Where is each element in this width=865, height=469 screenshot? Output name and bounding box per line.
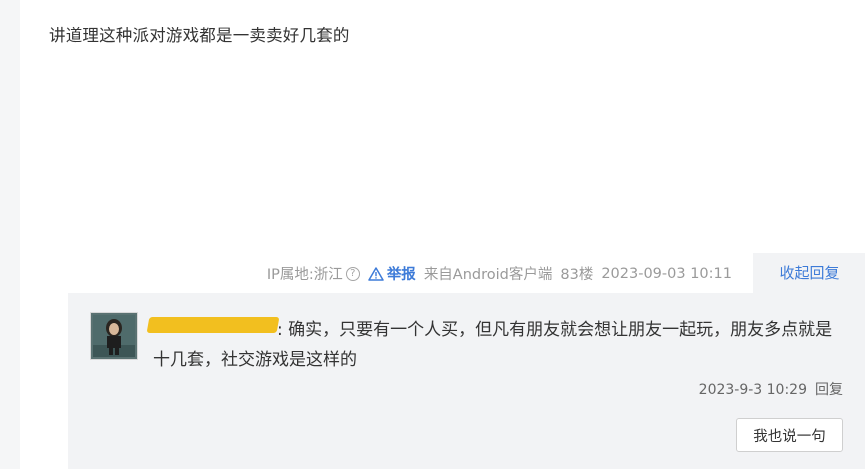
ip-location-label: IP属地:浙江 [266,267,343,283]
reply-content: : 确实，只要有一个人买，但凡有朋友就会想让朋友一起玩，朋友多点就是十几套，社交… [153,315,843,375]
reply-link[interactable]: 回复 [815,382,843,398]
reply-timestamp: 2023-9-3 10:29 [698,382,807,398]
floor-number: 83楼 [560,267,594,283]
report-label: 举报 [386,267,416,283]
client-source: 来自Android客户端 [423,267,553,283]
avatar[interactable] [90,312,138,360]
post-card: 讲道理这种派对游戏都是一卖卖好几套的 收起回复 : 确实，只要有一个人买，但凡有… [20,0,865,469]
report-link[interactable]: 举报 [368,263,416,284]
avatar-image [93,315,135,357]
ip-location: IP属地:浙江 ? [267,263,360,284]
reply-text: : 确实，只要有一个人买，但凡有朋友就会想让朋友一起玩，朋友多点就是十几套，社交… [153,320,833,370]
post-content: 讲道理这种派对游戏都是一卖卖好几套的 [49,26,350,45]
reply-meta: 2023-9-3 10:29 回复 [699,379,843,399]
question-circle-icon[interactable]: ? [345,266,360,281]
reply-section: : 确实，只要有一个人买，但凡有朋友就会想让朋友一起玩，朋友多点就是十几套，社交… [68,293,865,469]
collapse-replies-button[interactable]: 收起回复 [753,253,865,293]
post-timestamp: 2023-09-03 10:11 [601,265,732,282]
post-meta: IP属地:浙江 ? 举报 来自Android客户端 83楼 2023-09-03… [267,263,732,284]
warning-triangle-icon [368,266,384,281]
say-something-button[interactable]: 我也说一句 [736,418,843,452]
